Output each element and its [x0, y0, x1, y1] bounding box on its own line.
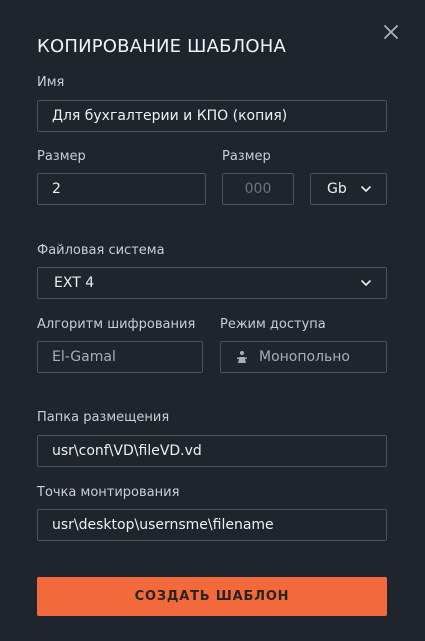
create-template-button[interactable]: СОЗДАТЬ ШАБЛОН: [37, 577, 387, 616]
size-label: Размер: [37, 149, 86, 164]
filesystem-label: Файловая система: [37, 243, 165, 258]
mount-point-input[interactable]: usr\desktop\usernsme\filename: [37, 509, 387, 541]
folder-label: Папка размещения: [37, 410, 170, 425]
size-value: 2: [52, 181, 61, 197]
filesystem-select[interactable]: EXT 4: [37, 267, 387, 299]
folder-input[interactable]: usr\conf\VD\fileVD.vd: [37, 435, 387, 467]
copy-template-dialog: КОПИРОВАНИЕ ШАБЛОНА Имя Для бухгалтерии …: [0, 0, 425, 641]
encryption-value: El-Gamal: [52, 349, 116, 365]
access-mode-label: Режим доступа: [220, 317, 326, 332]
unit-value: Gb: [327, 181, 347, 197]
size-extra-label: Размер: [222, 149, 271, 164]
encryption-field[interactable]: El-Gamal: [37, 341, 203, 373]
name-input[interactable]: Для бухгалтерии и КПО (копия): [37, 100, 387, 132]
mount-point-value: usr\desktop\usernsme\filename: [52, 517, 274, 533]
access-mode-value: Монопольно: [259, 349, 350, 365]
name-value: Для бухгалтерии и КПО (копия): [52, 108, 288, 124]
encryption-label: Алгоритм шифрования: [37, 317, 196, 332]
size-extra-placeholder: 000: [244, 181, 272, 197]
access-mode-field[interactable]: Монопольно: [220, 341, 387, 373]
filesystem-value: EXT 4: [54, 275, 95, 291]
person-icon: [237, 351, 247, 363]
chevron-down-icon: [361, 186, 371, 192]
folder-value: usr\conf\VD\fileVD.vd: [52, 443, 202, 459]
unit-select[interactable]: Gb: [310, 173, 387, 205]
size-extra-input[interactable]: 000: [222, 173, 294, 205]
chevron-down-icon: [361, 280, 371, 286]
dialog-title: КОПИРОВАНИЕ ШАБЛОНА: [37, 36, 286, 57]
create-template-label: СОЗДАТЬ ШАБЛОН: [134, 589, 290, 604]
size-input[interactable]: 2: [37, 173, 206, 205]
close-icon[interactable]: [381, 22, 401, 42]
mount-point-label: Точка монтирования: [37, 485, 180, 500]
name-label: Имя: [37, 75, 65, 90]
